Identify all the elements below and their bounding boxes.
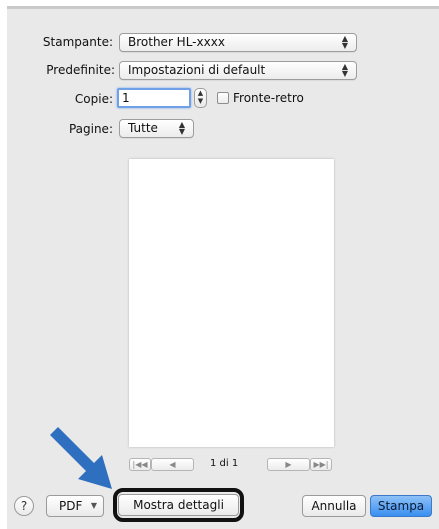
page-indicator: 1 di 1 [210,458,239,469]
print-button[interactable]: Stampa [370,495,432,517]
printer-value: Brother HL-xxxx [128,35,225,49]
printer-label: Stampante: [42,35,113,49]
pdf-menu-button[interactable]: PDF ▼ [46,495,104,517]
previous-page-button[interactable]: ◀ [151,458,194,471]
duplex-checkbox[interactable] [217,92,229,104]
duplex-label: Fronte-retro [233,91,304,105]
presets-popup[interactable]: Impostazioni di default ▲ ▼ [119,61,357,80]
dropdown-arrow-icon: ▼ [90,501,97,510]
copies-stepper[interactable]: ▲ ▼ [194,88,207,108]
copies-label: Copie: [74,92,113,106]
annotation-arrow-icon [50,427,112,489]
pages-popup[interactable]: Tutte ▲ ▼ [119,119,194,138]
printer-popup[interactable]: Brother HL-xxxx ▲ ▼ [119,33,357,52]
pages-value: Tutte [128,121,158,135]
popup-arrows-icon: ▲ ▼ [341,34,349,50]
next-page-button[interactable]: ▶ [267,458,310,471]
copies-field[interactable]: 1 [117,88,191,108]
page-preview [129,159,334,447]
pages-label: Pagine: [68,122,113,136]
presets-label: Predefinite: [46,63,115,77]
last-page-button[interactable]: ▶▶| [310,458,332,471]
cancel-button[interactable]: Annulla [302,495,366,517]
popup-arrows-icon: ▲ ▼ [178,120,186,136]
first-page-button[interactable]: |◀◀ [129,458,151,471]
presets-value: Impostazioni di default [128,63,266,77]
pdf-label: PDF [59,499,83,513]
popup-arrows-icon: ▲ ▼ [341,62,349,78]
help-button[interactable]: ? [14,496,34,516]
highlight-outline [113,488,244,522]
